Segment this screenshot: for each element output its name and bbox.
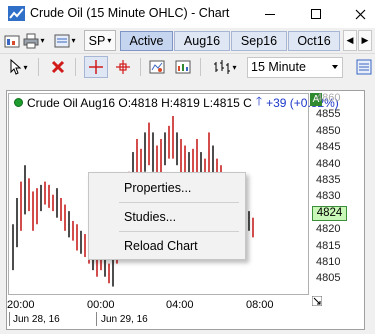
template-icon [54, 34, 70, 47]
strategy-icon [149, 60, 165, 74]
y-tick-label: 4860 [316, 92, 341, 104]
x-tick-label: 00:00 [87, 299, 115, 311]
x-tick-label: 20:00 [7, 299, 35, 311]
tab-aug16[interactable]: Aug16 [174, 31, 230, 51]
toolbar-separator [140, 58, 141, 76]
quote-header: Crude Oil Aug16 O:4818 H:4819 L:4815 C 🡑… [14, 94, 339, 110]
instrument-label: SP [88, 33, 106, 48]
menu-item-studies[interactable]: Studies... [90, 206, 245, 228]
template-button[interactable]: ▾ [50, 30, 80, 51]
data-box-icon [356, 59, 372, 75]
x-tick-label: 08:00 [246, 299, 274, 311]
maximize-button[interactable] [301, 0, 331, 28]
crosshair-button[interactable] [84, 56, 108, 78]
date-divider [9, 312, 10, 326]
y-tick-label: 4845 [316, 141, 341, 154]
connection-status-icon [14, 98, 23, 107]
indicator-icon [175, 60, 191, 74]
y-tick-label: 4815 [316, 239, 341, 252]
close-icon [355, 9, 365, 19]
up-arrow-icon: 🡑 [255, 94, 263, 108]
print-button[interactable]: ▾ [22, 30, 46, 51]
date-label: Jun 29, 16 [101, 314, 148, 325]
chevron-right-icon: ▶ [361, 35, 369, 45]
date-divider [96, 312, 97, 326]
tabs-scroll-right-button[interactable]: ▶ [358, 30, 372, 51]
interval-value: 15 Minute [251, 60, 306, 74]
toolbar-top: ▾ ▾ SP ▾ Active Aug16 Sep16 Oct16 ◀ ▶ [0, 29, 375, 52]
current-price-tag: 4824 [312, 206, 347, 221]
chevron-left-icon: ◀ [346, 35, 354, 45]
y-tick-label: 4830 [316, 190, 341, 203]
y-tick-label: 4810 [316, 256, 341, 268]
tabs-scroll-left-button[interactable]: ◀ [343, 30, 357, 51]
data-box-button[interactable] [355, 56, 373, 78]
app-icon [8, 6, 25, 21]
menu-separator [119, 202, 239, 203]
tab-active[interactable]: Active [120, 31, 173, 51]
global-crosshair-button[interactable] [112, 56, 134, 78]
indicators-button[interactable] [172, 56, 194, 78]
arrow-cursor-icon [10, 59, 22, 75]
tab-active-label: Active [129, 34, 164, 48]
ohlc-bars-icon [214, 60, 231, 74]
resize-grip-icon[interactable] [312, 296, 322, 306]
toolbar-separator [38, 58, 39, 76]
context-menu: Properties... Studies... Reload Chart [88, 172, 246, 260]
printer-icon [23, 33, 39, 48]
crosshair-icon [89, 60, 103, 74]
instrument-selector[interactable]: SP ▾ [84, 30, 116, 51]
toolbar-separator [75, 58, 76, 76]
chevron-down-icon: ▾ [107, 36, 112, 45]
close-button[interactable] [345, 0, 375, 28]
chevron-down-icon [332, 65, 338, 69]
properties-button[interactable] [2, 30, 22, 51]
tab-oct16-label: Oct16 [297, 34, 331, 48]
tab-aug16-label: Aug16 [183, 34, 221, 48]
interval-select[interactable]: 15 Minute [247, 57, 343, 78]
tab-sep16-label: Sep16 [240, 34, 278, 48]
menu-separator [119, 231, 239, 232]
menu-item-reload-chart[interactable]: Reload Chart [90, 235, 245, 257]
minimize-icon [265, 13, 275, 15]
x-tick-label: 04:00 [166, 299, 194, 311]
y-tick-label: 4840 [316, 157, 341, 170]
strategies-button[interactable] [146, 56, 168, 78]
cursor-tool-button[interactable]: ▾ [6, 56, 32, 78]
target-crosshair-icon [116, 60, 130, 74]
delete-drawings-button[interactable] [47, 56, 69, 78]
date-label: Jun 28, 16 [13, 314, 60, 325]
chart-properties-icon [4, 35, 20, 47]
quote-text: Crude Oil Aug16 O:4818 H:4819 L:4815 C [27, 95, 252, 110]
menu-item-properties[interactable]: Properties... [90, 177, 245, 199]
red-x-delete-icon [51, 60, 65, 74]
y-tick-label: 4850 [316, 124, 341, 137]
toolbar-separator [200, 58, 201, 76]
bar-type-button[interactable]: ▾ [208, 56, 242, 78]
minimize-button[interactable] [255, 0, 285, 28]
window-title: Crude Oil (15 Minute OHLC) - Chart [30, 6, 230, 20]
y-tick-label: 4855 [316, 108, 341, 121]
toolbar-bottom: ▾ ▾ 15 Minute [0, 53, 375, 79]
tab-oct16[interactable]: Oct16 [288, 31, 340, 51]
title-bar: Crude Oil (15 Minute OHLC) - Chart [0, 0, 375, 28]
y-tick-label: 4820 [316, 223, 341, 236]
y-tick-label: 4835 [316, 174, 341, 186]
y-tick-label: 4805 [316, 272, 341, 285]
maximize-icon [311, 9, 321, 19]
tab-sep16[interactable]: Sep16 [231, 31, 287, 51]
